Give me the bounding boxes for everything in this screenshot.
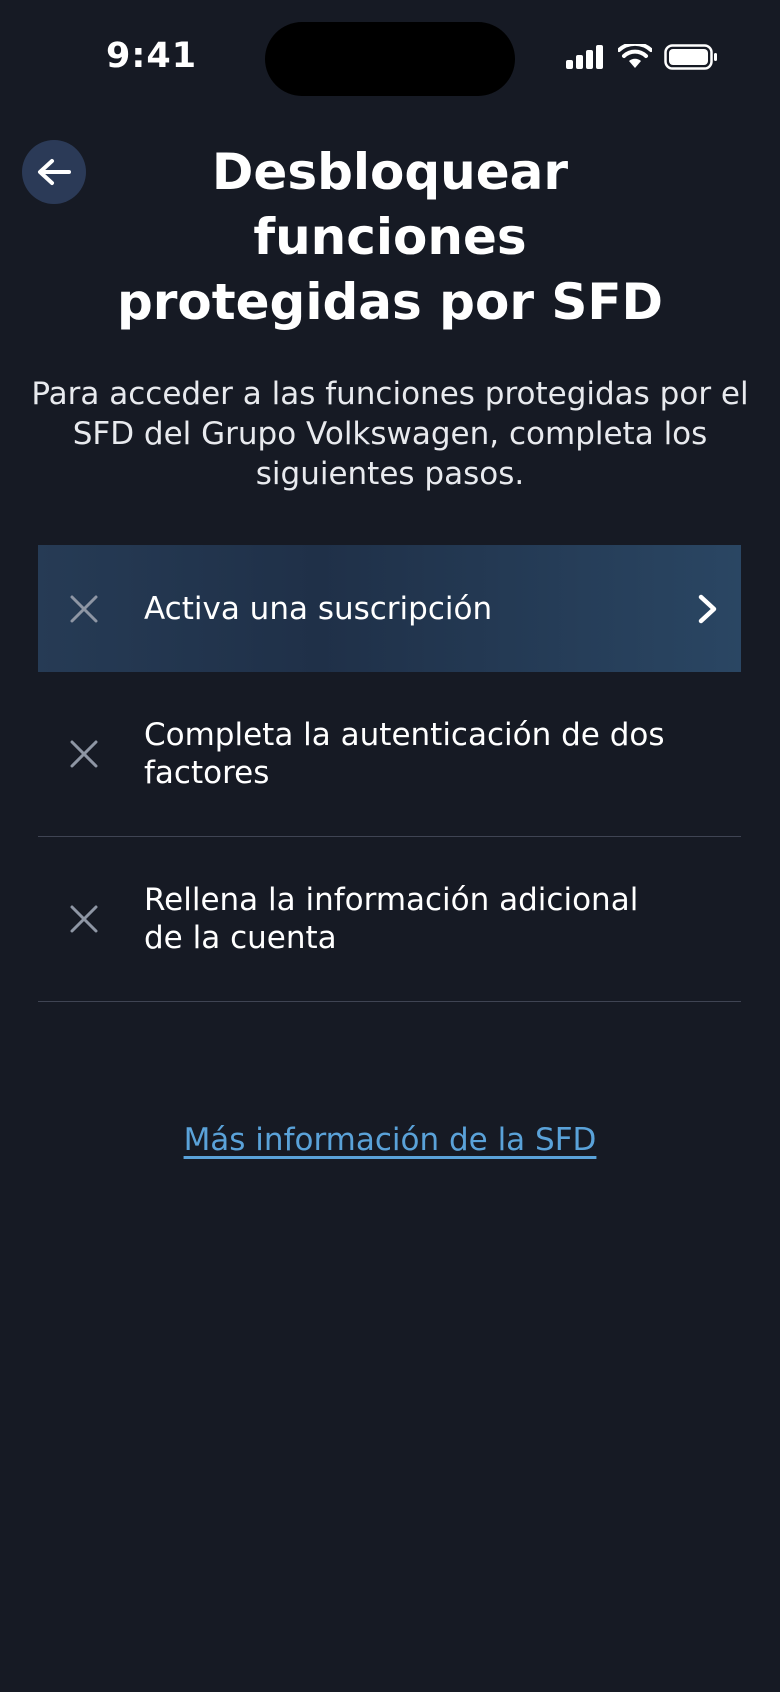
dynamic-island xyxy=(265,22,515,96)
page-title: Desbloquear funciones protegidas por SFD xyxy=(116,143,664,331)
battery-icon xyxy=(664,44,717,70)
close-x-icon xyxy=(70,905,98,933)
step-label: Completa la autenticación de dos factore… xyxy=(144,717,665,791)
status-icons xyxy=(566,44,718,70)
steps-list: Activa una suscripción Completa la auten… xyxy=(38,545,741,1002)
more-info-link[interactable]: Más información de la SFD xyxy=(0,1122,780,1158)
arrow-left-icon xyxy=(38,159,71,185)
status-time: 9:41 xyxy=(106,36,198,76)
step-account-info[interactable]: Rellena la información adicional de la c… xyxy=(38,837,741,1002)
close-x-icon xyxy=(70,595,98,622)
step-label: Rellena la información adicional de la c… xyxy=(144,882,639,956)
intro-text: Para acceder a las funciones protegidas … xyxy=(31,376,749,492)
step-two-factor-auth[interactable]: Completa la autenticación de dos factore… xyxy=(38,672,741,837)
wifi-icon xyxy=(618,44,652,68)
back-button[interactable] xyxy=(22,140,86,204)
cellular-signal-icon xyxy=(566,45,603,69)
close-x-icon xyxy=(70,740,98,768)
step-activate-subscription[interactable]: Activa una suscripción xyxy=(38,545,741,672)
step-label: Activa una suscripción xyxy=(144,590,493,627)
chevron-right-icon xyxy=(698,594,717,623)
status-bar: 9:41 xyxy=(0,0,780,110)
